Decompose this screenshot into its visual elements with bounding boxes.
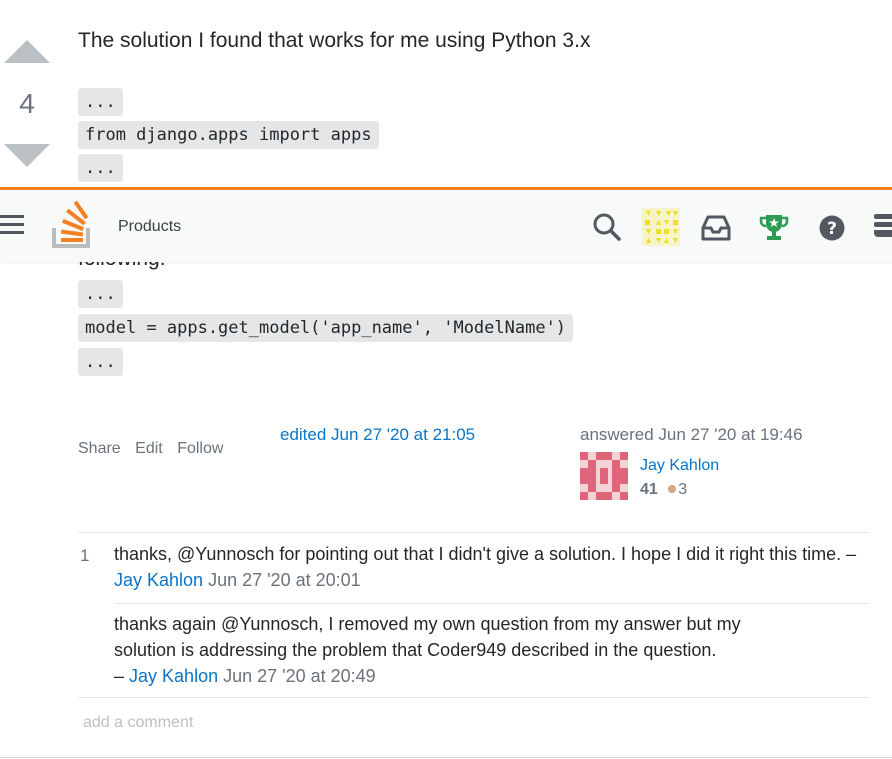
- upvote-button[interactable]: [4, 40, 50, 63]
- comment-dash: –: [114, 666, 125, 686]
- site-switcher-icon[interactable]: [874, 214, 892, 240]
- comment-text: thanks, @Yunnosch for pointing out that …: [114, 544, 857, 564]
- post-menu: Share Edit Follow: [78, 440, 223, 458]
- help-icon[interactable]: ?: [818, 214, 846, 242]
- vote-count: 4: [19, 88, 35, 119]
- bronze-badge-icon: [668, 485, 677, 493]
- comment-date: Jun 27 '20 at 20:01: [208, 570, 361, 590]
- user-avatar[interactable]: [580, 452, 628, 500]
- bronze-badge-count: 3: [678, 481, 688, 498]
- stackoverflow-logo-icon[interactable]: [52, 200, 92, 250]
- top-bar: Products ?: [0, 187, 892, 262]
- search-icon[interactable]: [592, 212, 622, 242]
- trophy-icon[interactable]: [758, 212, 790, 244]
- comment-text: solution is addressing the problem that …: [114, 640, 717, 660]
- edit-link[interactable]: Edit: [135, 440, 163, 457]
- inbox-icon[interactable]: [700, 214, 732, 242]
- code-line: ...: [78, 348, 123, 376]
- follow-link[interactable]: Follow: [177, 440, 223, 457]
- answer-intro: The solution I found that works for me u…: [78, 29, 591, 52]
- svg-text:?: ?: [827, 219, 837, 239]
- user-name-link[interactable]: Jay Kahlon: [640, 457, 719, 475]
- avatar[interactable]: [642, 208, 680, 246]
- comment: thanks, @Yunnosch for pointing out that …: [114, 541, 874, 593]
- add-comment-link[interactable]: add a comment: [83, 714, 193, 732]
- code-line: from django.apps import apps: [78, 121, 379, 149]
- comment: thanks again @Yunnosch, I removed my own…: [114, 611, 874, 689]
- share-link[interactable]: Share: [78, 440, 121, 457]
- reputation-score: 41: [640, 481, 658, 498]
- code-line: model = apps.get_model('app_name', 'Mode…: [78, 314, 574, 342]
- divider: [78, 697, 870, 698]
- edited-link[interactable]: edited Jun 27 '20 at 21:05: [280, 425, 475, 445]
- code-line: ...: [78, 88, 123, 116]
- code-line: ...: [78, 154, 123, 182]
- hamburger-menu-icon[interactable]: [0, 215, 24, 235]
- comment-text: thanks again @Yunnosch, I removed my own…: [114, 614, 741, 634]
- downvote-button[interactable]: [4, 144, 50, 167]
- divider: [0, 757, 892, 758]
- comment-date: Jun 27 '20 at 20:49: [223, 666, 376, 686]
- code-line: ...: [78, 280, 123, 308]
- user-reputation: 41 3: [640, 481, 687, 499]
- comment-user-link[interactable]: Jay Kahlon: [114, 570, 203, 590]
- comment-score: 1: [80, 546, 90, 565]
- divider: [114, 603, 870, 604]
- answered-time: answered Jun 27 '20 at 19:46: [580, 425, 803, 444]
- products-link[interactable]: Products: [118, 218, 181, 236]
- divider: [78, 532, 870, 533]
- comment-user-link[interactable]: Jay Kahlon: [129, 666, 218, 686]
